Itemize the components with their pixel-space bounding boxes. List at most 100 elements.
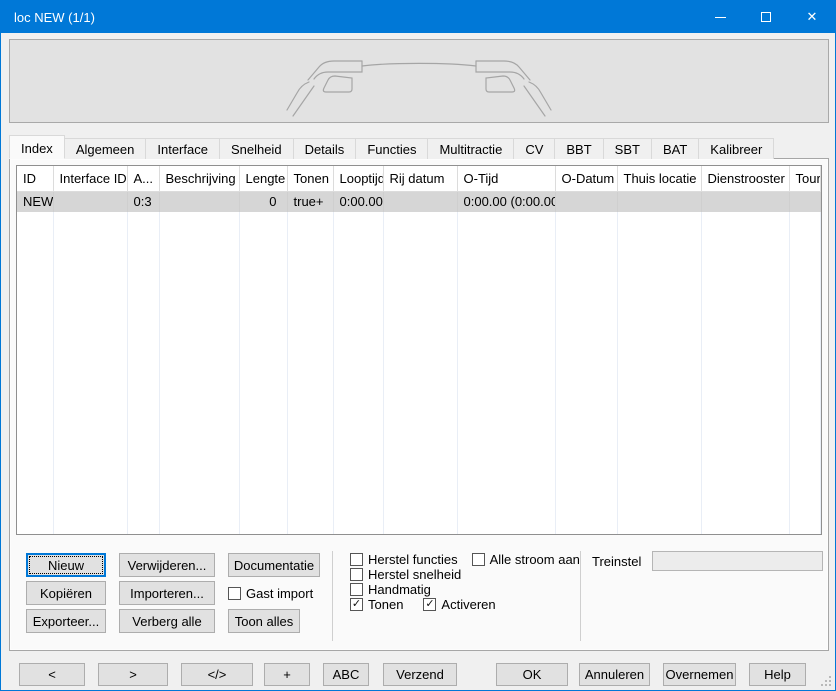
verwijderen-button[interactable]: Verwijderen... bbox=[119, 553, 215, 577]
loc-table[interactable]: ID Interface ID A... Beschrijving Lengte… bbox=[16, 165, 822, 535]
overnemen-button[interactable]: Overnemen bbox=[663, 663, 736, 686]
col-beschrijving[interactable]: Beschrijving bbox=[159, 166, 239, 191]
cell-tour[interactable] bbox=[789, 191, 821, 212]
xml-view-button[interactable]: </> bbox=[181, 663, 253, 686]
window-title: loc NEW (1/1) bbox=[1, 10, 95, 25]
herstel-snelheid-checkbox[interactable]: Herstel snelheid bbox=[350, 567, 461, 582]
col-a[interactable]: A... bbox=[127, 166, 159, 191]
check-icon: ✓ bbox=[352, 599, 361, 610]
alle-stroom-aan-checkbox[interactable]: Alle stroom aan bbox=[472, 552, 580, 567]
close-button[interactable]: ✕ bbox=[789, 1, 835, 33]
toon-alles-button[interactable]: Toon alles bbox=[228, 609, 300, 633]
col-id[interactable]: ID bbox=[17, 166, 53, 191]
annuleren-button[interactable]: Annuleren bbox=[579, 663, 650, 686]
minimize-button[interactable] bbox=[697, 1, 743, 33]
activeren-label: Activeren bbox=[441, 597, 495, 612]
tab-cv[interactable]: CV bbox=[513, 138, 555, 159]
handmatig-label: Handmatig bbox=[368, 582, 431, 597]
loco-sketch-icon bbox=[10, 40, 828, 122]
table-empty-area bbox=[17, 212, 821, 534]
verberg-alle-button[interactable]: Verberg alle bbox=[119, 609, 215, 633]
herstel-functies-checkbox[interactable]: Herstel functies bbox=[350, 552, 458, 567]
verzend-button[interactable]: Verzend bbox=[383, 663, 457, 686]
tab-bat[interactable]: BAT bbox=[651, 138, 699, 159]
help-button[interactable]: Help bbox=[749, 663, 806, 686]
loco-image-panel bbox=[9, 39, 829, 123]
tonen-checkbox-box[interactable]: ✓ bbox=[350, 598, 363, 611]
documentatie-button[interactable]: Documentatie bbox=[228, 553, 320, 577]
cell-tonen[interactable]: true+ bbox=[287, 191, 333, 212]
col-lengte[interactable]: Lengte bbox=[239, 166, 287, 191]
loc-dialog-window: loc NEW (1/1) ✕ Index bbox=[0, 0, 836, 691]
cell-interface-id[interactable] bbox=[53, 191, 127, 212]
col-o-datum[interactable]: O-Datum bbox=[555, 166, 617, 191]
col-looptijd[interactable]: Looptijd bbox=[333, 166, 383, 191]
next-loc-button[interactable]: > bbox=[98, 663, 168, 686]
tab-snelheid[interactable]: Snelheid bbox=[219, 138, 294, 159]
tab-sbt[interactable]: SBT bbox=[603, 138, 652, 159]
loc-actions: Nieuw Verwijderen... Documentatie Kopiër… bbox=[26, 553, 320, 633]
alle-stroom-aan-checkbox-box[interactable] bbox=[472, 553, 485, 566]
handmatig-checkbox-box[interactable] bbox=[350, 583, 363, 596]
gast-import-checkbox[interactable]: Gast import bbox=[228, 586, 320, 601]
cell-dienstrooster[interactable] bbox=[701, 191, 789, 212]
tab-functies[interactable]: Functies bbox=[355, 138, 428, 159]
col-dienstrooster[interactable]: Dienstrooster bbox=[701, 166, 789, 191]
plus-button[interactable]: + bbox=[264, 663, 310, 686]
treinstel-input[interactable] bbox=[652, 551, 823, 571]
tab-index[interactable]: Index bbox=[9, 135, 65, 159]
titlebar[interactable]: loc NEW (1/1) ✕ bbox=[1, 1, 835, 33]
activeren-checkbox-box[interactable]: ✓ bbox=[423, 598, 436, 611]
cell-id[interactable]: NEW bbox=[17, 191, 53, 212]
col-tonen[interactable]: Tonen bbox=[287, 166, 333, 191]
exporteer-button[interactable]: Exporteer... bbox=[26, 609, 106, 633]
col-thuis-locatie[interactable]: Thuis locatie bbox=[617, 166, 701, 191]
cell-thuis-locatie[interactable] bbox=[617, 191, 701, 212]
tab-details[interactable]: Details bbox=[293, 138, 357, 159]
gast-import-checkbox-box[interactable] bbox=[228, 587, 241, 600]
tab-multitractie[interactable]: Multitractie bbox=[427, 138, 514, 159]
abc-button[interactable]: ABC bbox=[323, 663, 369, 686]
maximize-icon bbox=[761, 12, 771, 22]
col-interface-id[interactable]: Interface ID bbox=[53, 166, 127, 191]
treinstel-group: Treinstel bbox=[592, 551, 823, 571]
tonen-checkbox[interactable]: ✓ Tonen bbox=[350, 597, 403, 612]
tab-bbt[interactable]: BBT bbox=[554, 138, 603, 159]
col-tour[interactable]: Tour bbox=[789, 166, 821, 191]
cell-o-datum[interactable] bbox=[555, 191, 617, 212]
treinstel-label: Treinstel bbox=[592, 554, 641, 569]
maximize-button[interactable] bbox=[743, 1, 789, 33]
col-rij-datum[interactable]: Rij datum bbox=[383, 166, 457, 191]
tab-kalibreer[interactable]: Kalibreer bbox=[698, 138, 774, 159]
minimize-icon bbox=[715, 17, 726, 18]
kopieren-button[interactable]: Kopiëren bbox=[26, 581, 106, 605]
herstel-snelheid-label: Herstel snelheid bbox=[368, 567, 461, 582]
cell-looptijd[interactable]: 0:00.00 bbox=[333, 191, 383, 212]
table-row[interactable]: NEW 0:3 0 true+ 0:00.00 0:00.00 (0:00.00… bbox=[17, 191, 821, 212]
ok-button[interactable]: OK bbox=[496, 663, 568, 686]
resize-grip[interactable] bbox=[820, 675, 831, 686]
table-header-row[interactable]: ID Interface ID A... Beschrijving Lengte… bbox=[17, 166, 821, 191]
tab-algemeen[interactable]: Algemeen bbox=[64, 138, 147, 159]
handmatig-checkbox[interactable]: Handmatig bbox=[350, 582, 431, 597]
cell-o-tijd[interactable]: 0:00.00 (0:00.00) bbox=[457, 191, 555, 212]
herstel-functies-checkbox-box[interactable] bbox=[350, 553, 363, 566]
herstel-snelheid-checkbox-box[interactable] bbox=[350, 568, 363, 581]
tonen-label: Tonen bbox=[368, 597, 403, 612]
loc-options: Herstel functies Alle stroom aan Herstel… bbox=[350, 552, 580, 612]
gast-import-label: Gast import bbox=[246, 586, 313, 601]
cell-beschrijving[interactable] bbox=[159, 191, 239, 212]
tab-strip: Index Algemeen Interface Snelheid Detail… bbox=[9, 135, 773, 159]
importeren-button[interactable]: Importeren... bbox=[119, 581, 215, 605]
col-o-tijd[interactable]: O-Tijd bbox=[457, 166, 555, 191]
check-icon: ✓ bbox=[425, 599, 434, 610]
cell-lengte[interactable]: 0 bbox=[239, 191, 287, 212]
nieuw-button[interactable]: Nieuw bbox=[26, 553, 106, 577]
separator-line bbox=[580, 551, 581, 641]
cell-a[interactable]: 0:3 bbox=[127, 191, 159, 212]
activeren-checkbox[interactable]: ✓ Activeren bbox=[423, 597, 495, 612]
tab-interface[interactable]: Interface bbox=[145, 138, 220, 159]
tab-page-index: ID Interface ID A... Beschrijving Lengte… bbox=[9, 158, 829, 651]
prev-loc-button[interactable]: < bbox=[19, 663, 85, 686]
cell-rij-datum[interactable] bbox=[383, 191, 457, 212]
